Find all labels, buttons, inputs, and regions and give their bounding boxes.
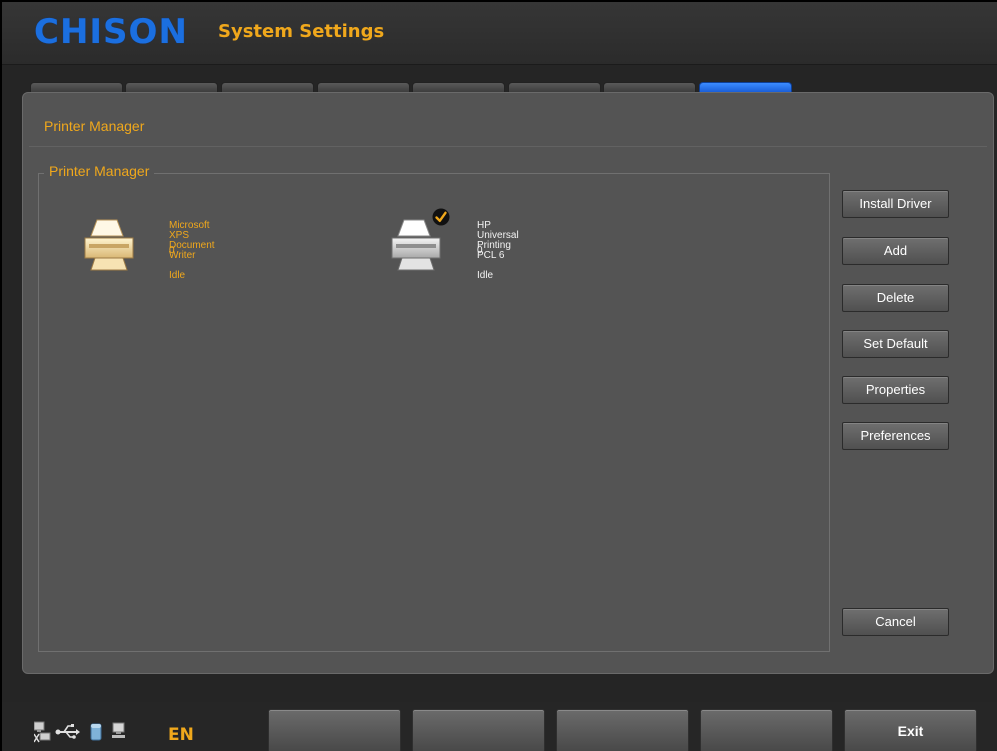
printer-list-group: Printer Manager Microsoft XPS Document W… bbox=[38, 163, 830, 652]
tab-1[interactable] bbox=[30, 82, 123, 92]
tab-2[interactable] bbox=[125, 82, 218, 92]
delete-button[interactable]: Delete bbox=[842, 284, 949, 312]
tab-7[interactable] bbox=[603, 82, 696, 92]
footer-button-4[interactable] bbox=[700, 709, 833, 751]
network-icon bbox=[112, 722, 125, 738]
network-disconnected-icon bbox=[34, 721, 51, 743]
printer-name: HP Universal Printing PCL 6 bbox=[477, 220, 519, 261]
language-indicator[interactable]: EN bbox=[168, 725, 194, 745]
tab-6[interactable] bbox=[508, 82, 601, 92]
add-button[interactable]: Add bbox=[842, 237, 949, 265]
system-settings-screen: CHISON System Settings Printer Manager P… bbox=[0, 0, 997, 751]
tab-4[interactable] bbox=[317, 82, 410, 92]
panel-title: Printer Manager bbox=[44, 118, 145, 134]
group-title: Printer Manager bbox=[44, 163, 155, 179]
printer-manager-panel: Printer Manager Printer Manager Microsof… bbox=[22, 92, 994, 674]
tab-3[interactable] bbox=[221, 82, 314, 92]
chison-logo: CHISON bbox=[34, 12, 188, 52]
storage-icon bbox=[90, 723, 102, 741]
header-bar: CHISON System Settings bbox=[2, 2, 997, 65]
divider bbox=[29, 146, 987, 147]
cancel-button[interactable]: Cancel bbox=[842, 608, 949, 636]
set-default-button[interactable]: Set Default bbox=[842, 330, 949, 358]
tab-printer-active[interactable] bbox=[699, 82, 792, 92]
exit-button[interactable]: Exit bbox=[844, 709, 977, 751]
status-icons bbox=[34, 721, 125, 743]
footer-button-3[interactable] bbox=[556, 709, 689, 751]
printer-name: Microsoft XPS Document Writer bbox=[169, 220, 215, 261]
footer-button-1[interactable] bbox=[268, 709, 401, 751]
printer-status: Idle bbox=[169, 270, 186, 281]
install-driver-button[interactable]: Install Driver bbox=[842, 190, 949, 218]
tab-5[interactable] bbox=[412, 82, 505, 92]
properties-button[interactable]: Properties bbox=[842, 376, 949, 404]
footer-button-2[interactable] bbox=[412, 709, 545, 751]
app-title: System Settings bbox=[218, 21, 385, 42]
printer-icon bbox=[84, 219, 134, 271]
usb-icon bbox=[55, 724, 80, 739]
preferences-button[interactable]: Preferences bbox=[842, 422, 949, 450]
default-check-icon bbox=[432, 208, 450, 226]
printer-status: Idle bbox=[477, 270, 494, 281]
